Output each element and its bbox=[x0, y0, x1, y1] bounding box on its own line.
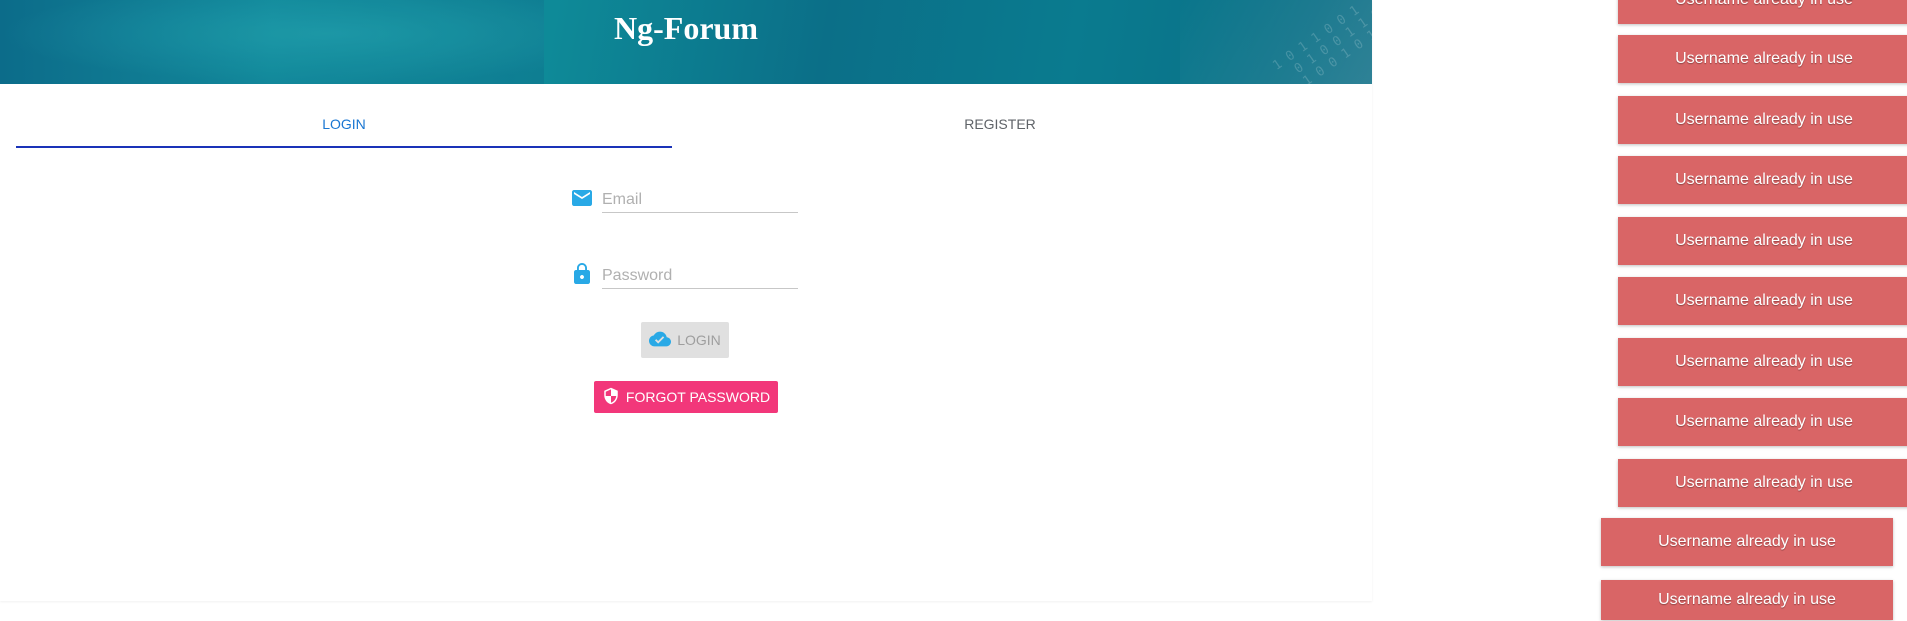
header-banner: 1 0 1 1 0 0 1 0 1 0 0 1 1 0 1 1 0 0 1 0 … bbox=[0, 0, 1372, 84]
email-icon bbox=[570, 186, 594, 210]
toast-notification[interactable]: Username already in use bbox=[1618, 96, 1907, 144]
shield-icon bbox=[602, 387, 620, 408]
forgot-password-button[interactable]: FORGOT PASSWORD bbox=[594, 381, 778, 413]
tab-active-indicator bbox=[16, 146, 672, 148]
email-field-group bbox=[570, 182, 810, 218]
toast-notification[interactable]: Username already in use bbox=[1601, 518, 1893, 566]
login-button[interactable]: LOGIN bbox=[641, 322, 729, 358]
toast-notification[interactable]: Username already in use bbox=[1618, 217, 1907, 265]
tab-login[interactable]: LOGIN bbox=[16, 104, 672, 148]
toast-notification[interactable]: Username already in use bbox=[1618, 277, 1907, 325]
password-field-group bbox=[570, 258, 810, 294]
toast-notification[interactable]: Username already in use bbox=[1618, 398, 1907, 446]
forgot-password-label: FORGOT PASSWORD bbox=[625, 389, 771, 405]
tab-register[interactable]: REGISTER bbox=[672, 104, 1328, 148]
login-button-label: LOGIN bbox=[677, 332, 721, 348]
toast-notification[interactable]: Username already in use bbox=[1618, 0, 1907, 24]
password-input[interactable] bbox=[602, 264, 798, 289]
email-input[interactable] bbox=[602, 188, 798, 213]
lock-icon bbox=[570, 262, 594, 286]
app-title: Ng-Forum bbox=[614, 10, 758, 46]
toast-notification[interactable]: Username already in use bbox=[1618, 338, 1907, 386]
toast-notification[interactable]: Username already in use bbox=[1601, 580, 1893, 620]
toast-notification[interactable]: Username already in use bbox=[1618, 156, 1907, 204]
app-container: 1 0 1 1 0 0 1 0 1 0 0 1 1 0 1 1 0 0 1 0 … bbox=[0, 0, 1372, 601]
cloud-check-icon bbox=[649, 328, 672, 353]
auth-tabs: LOGIN REGISTER bbox=[16, 104, 1356, 148]
toast-notification[interactable]: Username already in use bbox=[1618, 35, 1907, 83]
toast-notification[interactable]: Username already in use bbox=[1618, 459, 1907, 507]
